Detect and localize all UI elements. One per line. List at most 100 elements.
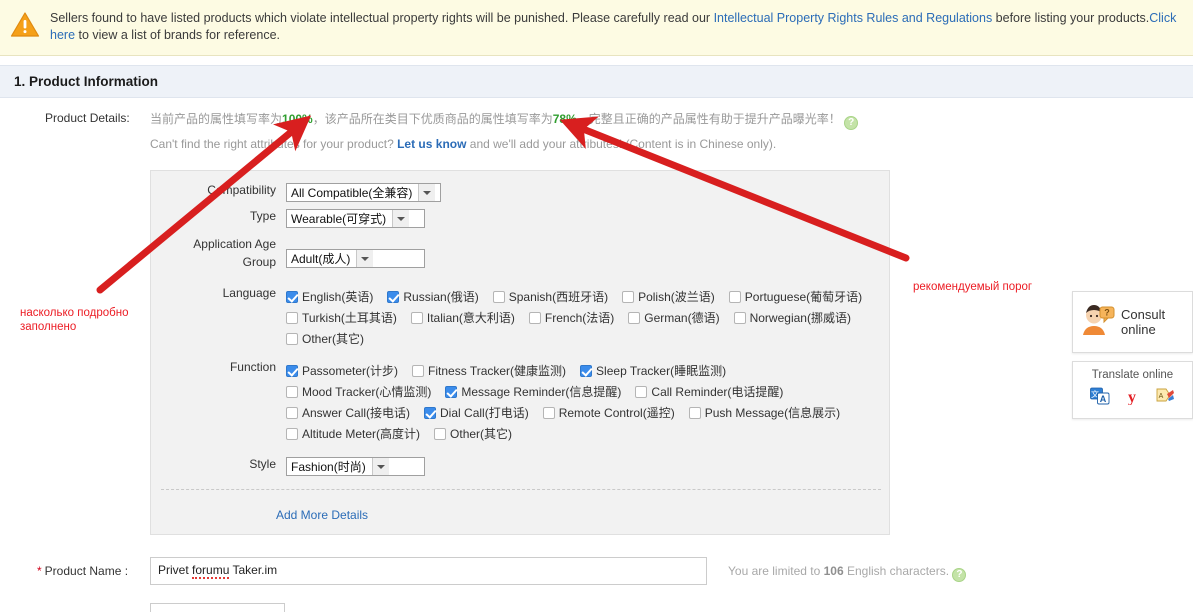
checkbox-unchecked-icon[interactable] [286,385,298,398]
checkbox-unchecked-icon[interactable] [628,311,641,324]
language-option[interactable]: Norwegian(挪威语) [733,309,851,326]
checkbox-checked-icon[interactable] [580,364,593,377]
language-option[interactable]: German(德语) [628,309,720,326]
consult-online-widget[interactable]: ? Consult online [1072,291,1193,353]
checkbox-unchecked-icon[interactable] [286,427,298,440]
function-row: Altitude Meter(高度计) Other(其它) [286,423,526,444]
warning-text-part3: to view a list of brands for reference. [75,28,281,42]
language-row: English(英语) Russian(俄语) Spanish(西班牙语) Polis… [286,286,876,307]
checkbox-unchecked-icon[interactable] [622,290,635,303]
avatar-chat-icon: ? [1079,302,1119,343]
language-option[interactable]: English(英语) [286,288,373,305]
language-option-label: Portuguese(葡萄牙语) [744,290,863,304]
chevron-down-icon[interactable] [418,184,436,201]
function-option[interactable]: Answer Call(接电话) [286,404,410,421]
checkbox-checked-icon[interactable] [424,406,437,419]
attribute-row-application-age-group: Application Age Group Adult(成人) [151,235,425,271]
language-option[interactable]: Russian(俄语) [387,288,479,305]
function-option[interactable]: Other(其它) [434,425,512,442]
char-limit-hint-part1: You are limited to [728,564,824,578]
language-option[interactable]: Polish(波兰语) [622,288,715,305]
let-us-know-link[interactable]: Let us know [397,137,466,151]
yandex-icon[interactable]: y [1124,387,1140,410]
function-option-label: Message Reminder(信息提醒) [461,385,622,399]
add-more-details-link[interactable]: Add More Details [276,508,368,522]
type-label: Type [249,209,276,223]
function-option-label: Fitness Tracker(健康监测) [428,364,567,378]
ip-rules-link[interactable]: Intellectual Property Rights Rules and R… [714,11,993,25]
checkbox-unchecked-icon[interactable] [728,290,741,303]
chevron-down-icon[interactable] [371,458,389,475]
ip-warning-banner: Sellers found to have listed products wh… [0,0,1193,56]
translate-online-widget[interactable]: Translate online 文 A y A [1072,361,1193,419]
checkbox-unchecked-icon[interactable] [542,406,555,419]
translate-icon[interactable]: 文 A [1090,387,1110,410]
palette-translate-icon[interactable]: A [1155,387,1175,410]
language-option[interactable]: Turkish(土耳其语) [286,309,397,326]
function-option[interactable]: Message Reminder(信息提醒) [445,383,621,400]
checkbox-unchecked-icon[interactable] [286,311,298,324]
function-option[interactable]: Push Message(信息展示) [688,404,840,421]
product-name-value-part2: Taker.im [229,563,278,577]
application-age-group-select[interactable]: Adult(成人) [286,249,425,268]
fill-rate-text-part2: ，该产品所在类目下优质商品的属性填写率为 [312,112,553,126]
language-option-label: Norwegian(挪威语) [749,311,851,325]
application-age-group-label-line2: Group [242,255,276,269]
function-option[interactable]: Remote Control(遥控) [542,404,675,421]
checkbox-unchecked-icon[interactable] [528,311,541,324]
style-select[interactable]: Fashion(时尚) [286,457,425,476]
function-option[interactable]: Altitude Meter(高度计) [286,425,420,442]
attribute-row-style: Style Fashion(时尚) [151,457,425,476]
compatibility-select[interactable]: All Compatible(全兼容) [286,183,441,202]
checkbox-unchecked-icon[interactable] [733,311,746,324]
checkbox-unchecked-icon[interactable] [286,332,298,345]
checkbox-checked-icon[interactable] [387,290,400,303]
checkbox-checked-icon[interactable] [445,385,458,398]
function-option[interactable]: Sleep Tracker(睡眠监测) [580,362,726,379]
language-option[interactable]: Spanish(西班牙语) [492,288,608,305]
checkbox-unchecked-icon[interactable] [412,364,425,377]
attribute-row-type: Type Wearable(可穿式) [151,209,425,228]
checkbox-unchecked-icon[interactable] [492,290,505,303]
svg-text:A: A [1158,393,1163,400]
fill-rate-text-part1: 当前产品的属性填写率为 [150,112,283,126]
chevron-down-icon[interactable] [356,250,374,267]
section-header-product-information: 1. Product Information [0,65,1193,98]
function-option-label: Answer Call(接电话) [302,406,411,420]
next-field-input-partial[interactable] [150,603,285,612]
function-label: Function [229,360,276,374]
function-option[interactable]: Passometer(计步) [286,362,398,379]
checkbox-checked-icon[interactable] [286,364,298,377]
function-option-label: Call Reminder(电话提醒) [651,385,784,399]
language-label: Language [222,286,276,300]
type-select[interactable]: Wearable(可穿式) [286,209,425,228]
product-name-input[interactable]: Privet forumu Taker.im [150,557,707,585]
checkbox-unchecked-icon[interactable] [635,385,648,398]
language-row: Other(其它) [286,328,378,349]
product-details-label: Product Details: [45,111,130,125]
checkbox-unchecked-icon[interactable] [688,406,701,419]
checkbox-unchecked-icon[interactable] [286,406,298,419]
application-age-group-select-value: Adult(成人) [291,252,351,266]
function-option[interactable]: Call Reminder(电话提醒) [635,383,783,400]
help-question-icon[interactable]: ? [952,568,967,582]
language-option-label: Polish(波兰语) [638,290,715,304]
svg-text:y: y [1128,389,1136,405]
help-question-icon[interactable]: ? [844,116,859,130]
language-option[interactable]: Portuguese(葡萄牙语) [728,288,863,305]
attribute-request-part1: Can't find the right attributes for your… [150,137,398,151]
warning-text-part1: Sellers found to have listed products wh… [50,11,714,25]
application-age-group-label-line1: Application Age [193,237,276,251]
function-option[interactable]: Dial Call(打电话) [424,404,529,421]
language-option[interactable]: Italian(意大利语) [410,309,515,326]
language-option-label: Other(其它) [302,332,365,346]
language-option[interactable]: French(法语) [528,309,614,326]
checkbox-unchecked-icon[interactable] [410,311,423,324]
checkbox-unchecked-icon[interactable] [434,427,447,440]
checkbox-checked-icon[interactable] [286,290,298,303]
style-label: Style [249,457,276,471]
function-option[interactable]: Fitness Tracker(健康监测) [412,362,566,379]
language-option[interactable]: Other(其它) [286,330,364,347]
chevron-down-icon[interactable] [392,210,410,227]
function-option[interactable]: Mood Tracker(心情监测) [286,383,431,400]
